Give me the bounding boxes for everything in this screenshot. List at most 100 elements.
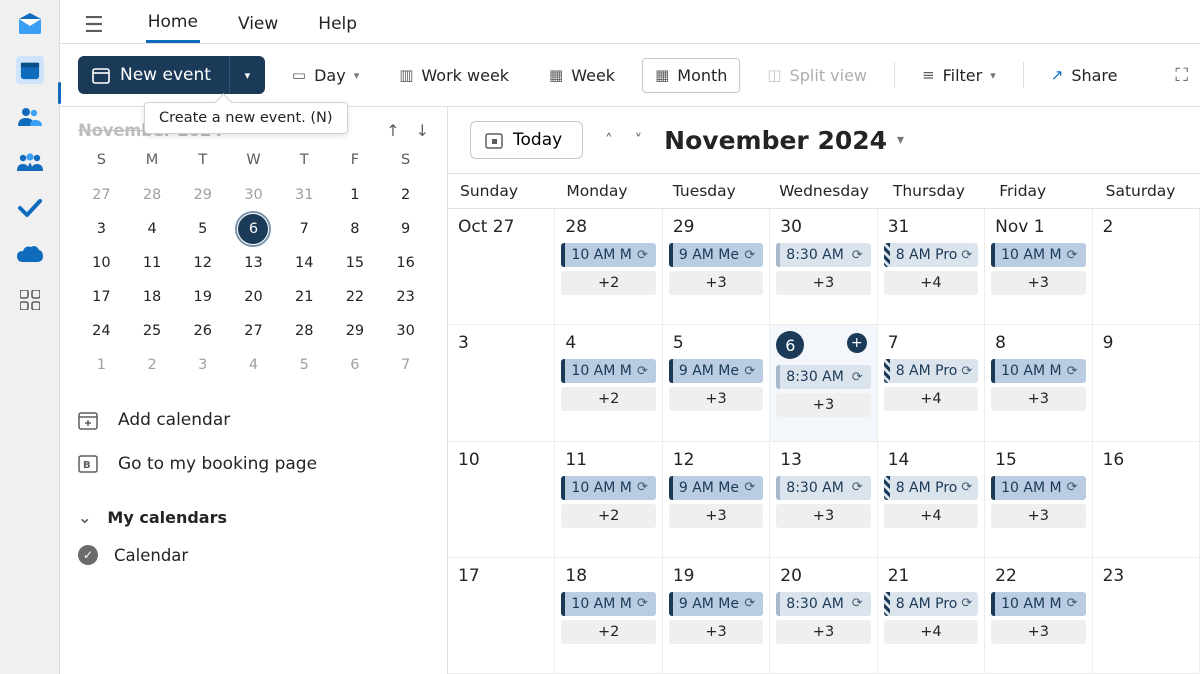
mini-day[interactable]: 7 <box>281 214 328 244</box>
day-view-button[interactable]: ▭ Day ▾ <box>279 58 372 93</box>
day-cell[interactable]: 410 AM M⟳+2 <box>555 325 662 441</box>
event-chip[interactable]: 8 AM Pro⟳ <box>884 592 978 616</box>
day-cell[interactable]: 2210 AM M⟳+3 <box>985 558 1092 674</box>
more-events[interactable]: +3 <box>776 393 870 417</box>
month-title[interactable]: November 2024 ▾ <box>664 126 904 155</box>
day-cell[interactable]: 17 <box>448 558 555 674</box>
mini-day[interactable]: 27 <box>78 180 125 210</box>
mini-day[interactable]: 2 <box>129 350 176 380</box>
mini-day[interactable]: 30 <box>382 316 429 346</box>
event-chip[interactable]: 10 AM M⟳ <box>991 476 1085 500</box>
day-cell[interactable]: 2 <box>1093 209 1200 325</box>
onedrive-icon[interactable] <box>16 240 44 268</box>
event-chip[interactable]: 9 AM Me⟳ <box>669 359 763 383</box>
day-cell[interactable]: 2810 AM M⟳+2 <box>555 209 662 325</box>
mini-day[interactable]: 14 <box>281 248 328 278</box>
apps-icon[interactable] <box>16 286 44 314</box>
more-events[interactable]: +3 <box>991 504 1085 528</box>
mini-day[interactable]: 3 <box>179 350 226 380</box>
mini-day[interactable]: 29 <box>179 180 226 210</box>
mini-day[interactable]: 4 <box>129 214 176 244</box>
day-cell[interactable]: 3 <box>448 325 555 441</box>
day-cell[interactable]: 308:30 AM⟳+3 <box>770 209 877 325</box>
mini-day[interactable]: 10 <box>78 248 125 278</box>
add-calendar-link[interactable]: Add calendar <box>78 410 429 430</box>
mini-day[interactable]: 30 <box>230 180 277 210</box>
mini-day[interactable]: 19 <box>179 282 226 312</box>
mini-prev-icon[interactable]: ↑ <box>386 121 399 140</box>
week-button[interactable]: ▦ Week <box>536 58 628 93</box>
day-cell[interactable]: Oct 27 <box>448 209 555 325</box>
mini-day[interactable]: 25 <box>129 316 176 346</box>
day-cell[interactable]: 16 <box>1093 442 1200 558</box>
mini-day[interactable]: 2 <box>382 180 429 210</box>
day-cell[interactable]: 208:30 AM⟳+3 <box>770 558 877 674</box>
more-events[interactable]: +3 <box>991 620 1085 644</box>
calendar-row[interactable]: ✓ Calendar <box>78 545 429 565</box>
more-events[interactable]: +4 <box>884 620 978 644</box>
day-cell[interactable]: 299 AM Me⟳+3 <box>663 209 770 325</box>
more-events[interactable]: +4 <box>884 271 978 295</box>
event-chip[interactable]: 9 AM Me⟳ <box>669 243 763 267</box>
mini-day[interactable]: 5 <box>179 214 226 244</box>
event-chip[interactable]: 8 AM Pro⟳ <box>884 359 978 383</box>
todo-icon[interactable] <box>16 194 44 222</box>
mini-day[interactable]: 20 <box>230 282 277 312</box>
day-cell[interactable]: 59 AM Me⟳+3 <box>663 325 770 441</box>
event-chip[interactable]: 9 AM Me⟳ <box>669 476 763 500</box>
event-chip[interactable]: 10 AM M⟳ <box>561 243 655 267</box>
prev-month-icon[interactable]: ˄ <box>605 131 613 149</box>
tab-help[interactable]: Help <box>316 10 359 42</box>
day-cell[interactable]: 1110 AM M⟳+2 <box>555 442 662 558</box>
day-cell[interactable]: 23 <box>1093 558 1200 674</box>
mini-day[interactable]: 16 <box>382 248 429 278</box>
new-event-button[interactable]: New event <box>78 56 229 94</box>
tab-home[interactable]: Home <box>146 8 200 43</box>
day-cell[interactable]: 1510 AM M⟳+3 <box>985 442 1092 558</box>
mini-calendar[interactable]: SMTWTFS272829303112345678910111213141516… <box>78 146 429 380</box>
mini-day[interactable]: 1 <box>78 350 125 380</box>
mini-day[interactable]: 27 <box>230 316 277 346</box>
mini-day[interactable]: 6 <box>332 350 379 380</box>
mini-day[interactable]: 18 <box>129 282 176 312</box>
event-chip[interactable]: 8 AM Pro⟳ <box>884 243 978 267</box>
mini-day[interactable]: 15 <box>332 248 379 278</box>
day-cell[interactable]: 199 AM Me⟳+3 <box>663 558 770 674</box>
event-chip[interactable]: 8:30 AM⟳ <box>776 476 870 500</box>
mini-day[interactable]: 4 <box>230 350 277 380</box>
people-icon[interactable] <box>16 102 44 130</box>
day-cell[interactable]: 6+8:30 AM⟳+3 <box>770 325 877 441</box>
new-event-split-button[interactable]: ▾ <box>229 56 265 94</box>
mini-day[interactable]: 21 <box>281 282 328 312</box>
mini-day[interactable]: 29 <box>332 316 379 346</box>
day-cell[interactable]: 10 <box>448 442 555 558</box>
mini-day[interactable]: 1 <box>332 180 379 210</box>
more-events[interactable]: +3 <box>669 271 763 295</box>
mini-day[interactable]: 5 <box>281 350 328 380</box>
mini-next-icon[interactable]: ↓ <box>416 121 429 140</box>
more-events[interactable]: +3 <box>776 271 870 295</box>
mini-day[interactable]: 13 <box>230 248 277 278</box>
month-button[interactable]: ▦ Month <box>642 58 740 93</box>
day-cell[interactable]: 1810 AM M⟳+2 <box>555 558 662 674</box>
event-chip[interactable]: 8:30 AM⟳ <box>776 592 870 616</box>
hamburger-icon[interactable]: ☰ <box>84 13 104 38</box>
mini-day[interactable]: 28 <box>281 316 328 346</box>
more-events[interactable]: +2 <box>561 504 655 528</box>
event-chip[interactable]: 8:30 AM⟳ <box>776 365 870 389</box>
day-cell[interactable]: 138:30 AM⟳+3 <box>770 442 877 558</box>
day-cell[interactable]: 318 AM Pro⟳+4 <box>878 209 985 325</box>
tab-view[interactable]: View <box>236 10 280 42</box>
more-events[interactable]: +3 <box>991 387 1085 411</box>
event-chip[interactable]: 10 AM M⟳ <box>991 359 1085 383</box>
groups-icon[interactable] <box>16 148 44 176</box>
mini-day[interactable]: 24 <box>78 316 125 346</box>
more-events[interactable]: +3 <box>669 387 763 411</box>
mini-day[interactable]: 31 <box>281 180 328 210</box>
event-chip[interactable]: 10 AM M⟳ <box>561 476 655 500</box>
today-button[interactable]: Today <box>470 121 583 159</box>
mini-day[interactable]: 26 <box>179 316 226 346</box>
mini-day[interactable]: 22 <box>332 282 379 312</box>
more-events[interactable]: +3 <box>669 504 763 528</box>
event-chip[interactable]: 10 AM M⟳ <box>561 592 655 616</box>
